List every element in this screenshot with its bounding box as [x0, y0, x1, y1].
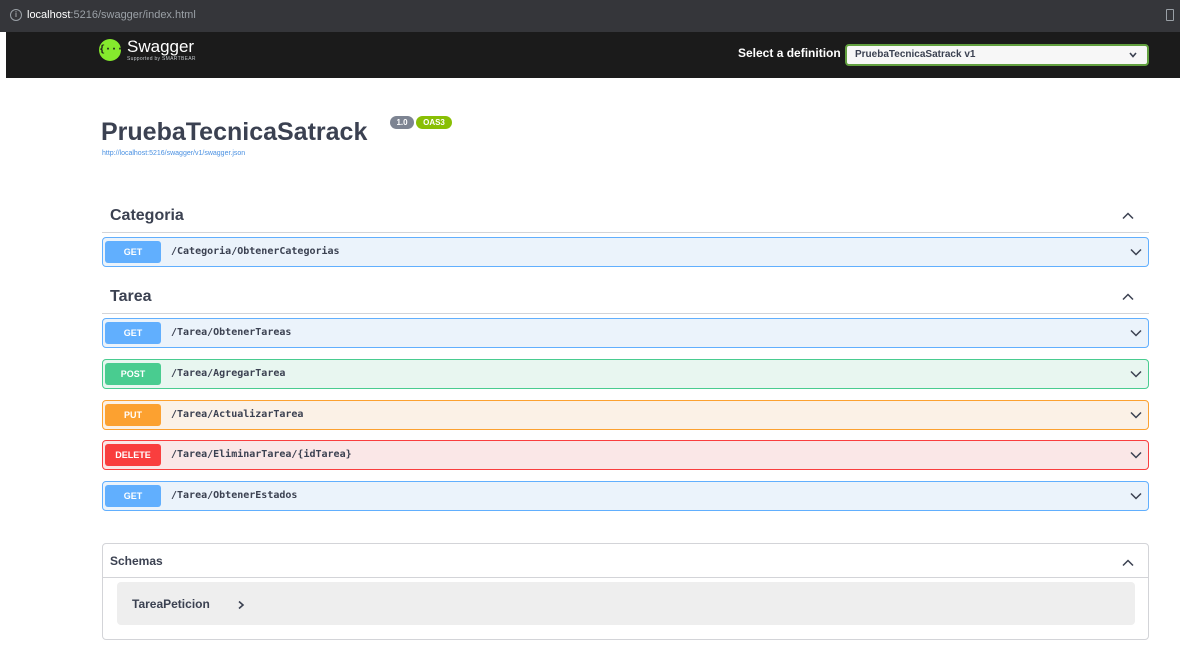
swagger-logo-icon[interactable]: {···}	[99, 39, 129, 61]
url-host: localhost	[27, 9, 71, 21]
extension-icon[interactable]	[1166, 9, 1174, 21]
version-badge: 1.0	[390, 116, 414, 129]
chevron-down-icon[interactable]	[1129, 245, 1143, 259]
operation-path: /Tarea/ObtenerEstados	[171, 490, 298, 501]
model-name: TareaPeticion	[132, 597, 210, 611]
operation-get-obtener-estados[interactable]: GET /Tarea/ObtenerEstados	[102, 481, 1149, 511]
operation-path: /Tarea/ObtenerTareas	[171, 327, 292, 338]
model-tarea-peticion[interactable]: TareaPeticion	[117, 582, 1135, 625]
method-badge: PUT	[105, 404, 161, 426]
definition-select-label: Select a definition	[738, 46, 841, 60]
definition-select[interactable]: PruebaTecnicaSatrack v1	[845, 44, 1149, 66]
chevron-down-icon[interactable]	[1129, 448, 1143, 462]
operation-post-agregar-tarea[interactable]: POST /Tarea/AgregarTarea	[102, 359, 1149, 389]
chevron-right-icon	[238, 600, 245, 610]
chevron-down-icon[interactable]	[1129, 367, 1143, 381]
address-url[interactable]: localhost:5216/swagger/index.html	[27, 9, 196, 22]
operation-path: /Tarea/ActualizarTarea	[171, 409, 304, 420]
schemas-header[interactable]: Schemas	[103, 544, 1148, 578]
chevron-up-icon[interactable]	[1121, 556, 1135, 570]
tag-name: Tarea	[110, 288, 152, 305]
url-path: :5216/swagger/index.html	[70, 9, 196, 21]
info-icon[interactable]: i	[10, 9, 22, 21]
chevron-up-icon[interactable]	[1121, 209, 1135, 223]
api-title: PruebaTecnicaSatrack	[101, 118, 368, 146]
operation-path: /Tarea/AgregarTarea	[171, 368, 286, 379]
tag-tarea-header[interactable]: Tarea	[102, 280, 1149, 314]
method-badge: GET	[105, 322, 161, 344]
swagger-logo-text[interactable]: Swagger	[127, 37, 194, 57]
swagger-logo-subtitle: Supported by SMARTBEAR	[127, 56, 196, 62]
operation-delete-eliminar-tarea[interactable]: DELETE /Tarea/EliminarTarea/{idTarea}	[102, 440, 1149, 470]
tag-name: Categoria	[110, 207, 184, 224]
spec-url-link[interactable]: http://localhost:5216/swagger/v1/swagger…	[102, 149, 245, 158]
method-badge: DELETE	[105, 444, 161, 466]
operation-get-obtener-categorias[interactable]: GET /Categoria/ObtenerCategorias	[102, 237, 1149, 267]
oas-badge: OAS3	[416, 116, 452, 129]
operation-get-obtener-tareas[interactable]: GET /Tarea/ObtenerTareas	[102, 318, 1149, 348]
browser-address-bar: i localhost:5216/swagger/index.html	[0, 0, 1180, 32]
chevron-down-icon[interactable]	[1129, 326, 1143, 340]
method-badge: GET	[105, 241, 161, 263]
method-badge: POST	[105, 363, 161, 385]
operation-path: /Categoria/ObtenerCategorias	[171, 246, 340, 257]
schemas-section: Schemas TareaPeticion	[102, 543, 1149, 640]
chevron-down-icon[interactable]	[1129, 489, 1143, 503]
chevron-down-icon[interactable]	[1129, 408, 1143, 422]
operation-put-actualizar-tarea[interactable]: PUT /Tarea/ActualizarTarea	[102, 400, 1149, 430]
chevron-down-icon	[1129, 52, 1137, 58]
schemas-title: Schemas	[110, 554, 163, 568]
method-badge: GET	[105, 485, 161, 507]
definition-select-value: PruebaTecnicaSatrack v1	[855, 49, 976, 60]
swagger-topbar: {···} Swagger Supported by SMARTBEAR Sel…	[6, 32, 1180, 78]
operation-path: /Tarea/EliminarTarea/{idTarea}	[171, 449, 352, 460]
chevron-up-icon[interactable]	[1121, 290, 1135, 304]
tag-categoria-header[interactable]: Categoria	[102, 199, 1149, 233]
